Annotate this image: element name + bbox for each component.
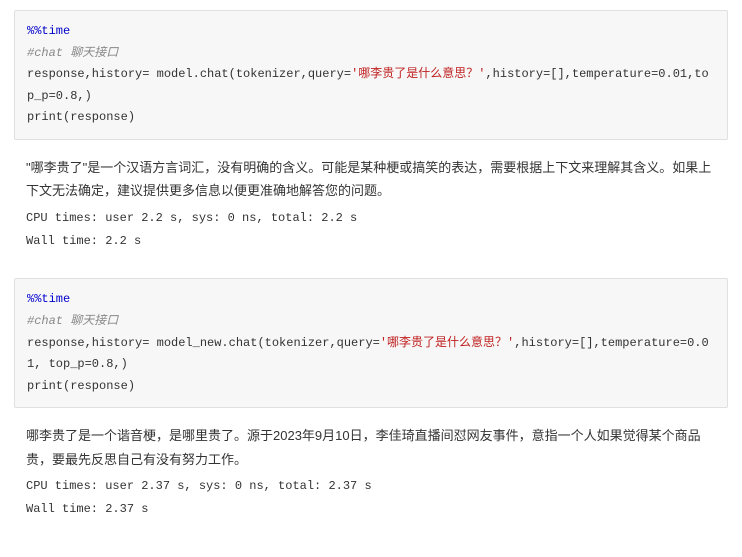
cell2-print: print(response) bbox=[27, 379, 135, 393]
out2-text: 哪李贵了是一个谐音梗，是哪里贵了。源于2023年9月10日，李佳琦直播间怼网友事… bbox=[26, 424, 716, 471]
code-cell-1: %%time #chat 聊天接口 response,history= mode… bbox=[14, 10, 728, 140]
cell2-line1a: response,history= model_new.chat(tokeniz… bbox=[27, 336, 380, 350]
out1-cpu: CPU times: user 2.2 s, sys: 0 ns, total:… bbox=[26, 211, 357, 225]
cell2-comment: #chat 聊天接口 bbox=[27, 314, 118, 328]
cell1-line1a: response,history= model.chat(tokenizer,q… bbox=[27, 67, 351, 81]
cell1-comment: #chat 聊天接口 bbox=[27, 46, 118, 60]
out1-text: "哪李贵了"是一个汉语方言词汇，没有明确的含义。可能是某种梗或搞笑的表达，需要根… bbox=[26, 156, 716, 203]
out2-cpu: CPU times: user 2.37 s, sys: 0 ns, total… bbox=[26, 479, 372, 493]
cell1-magic: %%time bbox=[27, 24, 70, 38]
output-cell-2: 哪李贵了是一个谐音梗，是哪里贵了。源于2023年9月10日，李佳琦直播间怼网友事… bbox=[14, 422, 728, 530]
cell1-string: '哪李贵了是什么意思？' bbox=[351, 67, 485, 81]
cell1-print: print(response) bbox=[27, 110, 135, 124]
out2-wall: Wall time: 2.37 s bbox=[26, 502, 148, 516]
out1-wall: Wall time: 2.2 s bbox=[26, 234, 141, 248]
code-cell-2: %%time #chat 聊天接口 response,history= mode… bbox=[14, 278, 728, 408]
output-cell-1: "哪李贵了"是一个汉语方言词汇，没有明确的含义。可能是某种梗或搞笑的表达，需要根… bbox=[14, 154, 728, 262]
cell2-string: '哪李贵了是什么意思？' bbox=[380, 336, 514, 350]
cell2-magic: %%time bbox=[27, 292, 70, 306]
